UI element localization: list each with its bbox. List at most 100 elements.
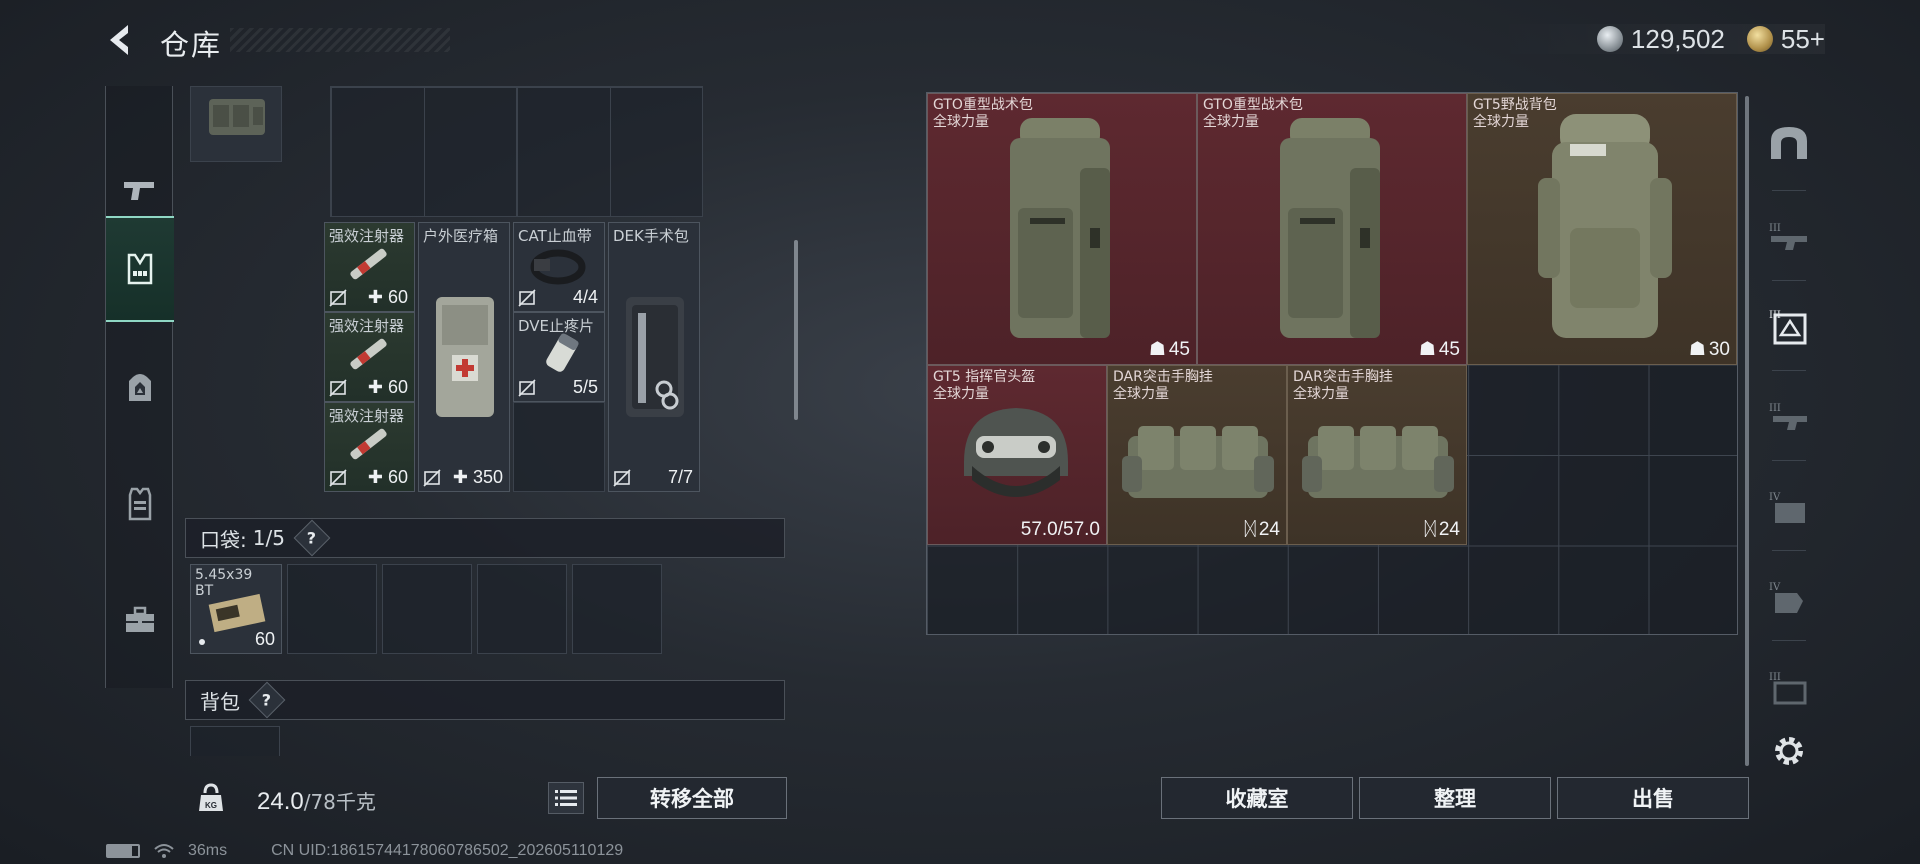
painkiller-icon [546, 333, 579, 372]
toolbox-icon [126, 606, 154, 632]
list-item[interactable]: DVE止疼片 5/5 [513, 312, 605, 402]
list-item[interactable]: GTO重型战术包 全球力量 ☗ 45 [927, 93, 1197, 365]
list-item[interactable]: 强效注射器 ✚ 60 [324, 222, 415, 312]
tier-gear-icon: III [1769, 310, 1807, 345]
equipment-tabs [105, 86, 174, 688]
pocket-header: 口袋: 1/5 ? [185, 518, 785, 558]
tab-stash-tier3-gear[interactable]: III [1758, 284, 1820, 370]
transfer-all-button[interactable]: 转移全部 [597, 777, 787, 819]
sell-button[interactable]: 出售 [1557, 777, 1749, 819]
tab-stash-tier3-armor[interactable]: III [1758, 374, 1820, 460]
gold-amount[interactable]: 55+ [1781, 24, 1825, 55]
vault-arch-icon [1771, 127, 1807, 159]
no-insurance-icon [329, 469, 347, 487]
svg-text:III: III [1769, 223, 1781, 234]
chest-rig-item-icon [1302, 426, 1454, 498]
no-insurance-icon [518, 379, 536, 397]
chest-rig-item-icon [1122, 426, 1274, 498]
list-item[interactable]: DEK手术包 7/7 [608, 222, 700, 492]
tier4-gear-icon: IV [1769, 582, 1803, 613]
currency-bar: 129,502 55+ [1490, 24, 1825, 54]
stash-grid: GTO重型战术包 全球力量 ☗ 45 GTO重型战术包 全球力量 ☗ 45 GT5野战背… [926, 92, 1738, 635]
equipped-rig-slot[interactable] [190, 86, 282, 162]
svg-text:III: III [1769, 672, 1781, 683]
empty-slot[interactable] [513, 402, 605, 492]
tab-backpack[interactable] [106, 334, 174, 442]
field-backpack-icon [1538, 114, 1672, 338]
injector-icon [350, 338, 387, 370]
tab-stash-tier4-b[interactable]: IV [1758, 554, 1820, 640]
pocket-slot-empty[interactable] [572, 564, 662, 654]
stash-scrollbar[interactable] [1745, 96, 1749, 766]
backpack-slot[interactable] [190, 726, 280, 756]
tab-toolbox[interactable] [106, 566, 174, 674]
no-insurance-icon [613, 469, 631, 487]
tab-stash-tier4-a[interactable]: IV [1758, 464, 1820, 550]
gold-coin-icon [1746, 26, 1773, 52]
back-button[interactable] [104, 20, 144, 60]
vault-button[interactable]: 收藏室 [1161, 777, 1353, 819]
list-item[interactable]: 强效注射器 ✚ 60 [324, 312, 415, 402]
tab-chest-rig[interactable] [106, 216, 174, 322]
svg-text:KG: KG [205, 801, 217, 810]
pocket-slot-empty[interactable] [287, 564, 377, 654]
pocket-count: 1/5 [252, 526, 285, 550]
no-insurance-icon [329, 379, 347, 397]
tier-armor-icon: III [1769, 403, 1807, 430]
list-item[interactable]: DAR突击手胸挂 全球力量 ᛞ 24 [1107, 365, 1287, 545]
uid-text: CN UID:18615744178060786502_202605110129 [271, 842, 624, 859]
list-item[interactable]: DAR突击手胸挂 全球力量 ᛞ 24 [1287, 365, 1467, 545]
helmet-icon [964, 408, 1068, 497]
sort-button[interactable]: 整理 [1359, 777, 1551, 819]
kettlebell-icon: KG [199, 783, 223, 811]
tourniquet-icon [530, 249, 586, 285]
tier3-box-icon: III [1769, 672, 1807, 705]
injector-icon [350, 248, 387, 280]
plus-icon: ✚ [367, 467, 383, 487]
tab-stash-tier3-weapons[interactable]: III [1758, 194, 1820, 280]
list-view-button[interactable] [548, 782, 584, 814]
list-item[interactable]: 强效注射器 ✚ 60 [324, 402, 415, 492]
rig-thumbnail-icon [209, 99, 265, 135]
list-item[interactable]: 户外医疗箱 ✚ 350 [418, 222, 510, 492]
rig-grid-1 [330, 86, 517, 217]
tier-weapon-icon: III [1769, 223, 1807, 250]
weight-readout: 24.0/78千克 [257, 788, 376, 815]
ammo-box-icon [208, 593, 266, 633]
pocket-ammo-item[interactable]: 5.45x39 BT 60 [190, 564, 282, 654]
list-item[interactable]: GT5野战背包 全球力量 ☗ 30 [1467, 93, 1737, 365]
pocket-slot-empty[interactable] [382, 564, 472, 654]
list-item[interactable]: GTO重型战术包 全球力量 ☗ 45 [1197, 93, 1467, 365]
pocket-help-button[interactable]: ? [293, 519, 331, 557]
pistol-icon [124, 182, 154, 200]
backpack-label: 背包 [200, 689, 240, 714]
backpack-header: 背包 ? [185, 680, 785, 720]
pocket-slot-empty[interactable] [477, 564, 567, 654]
list-icon [555, 790, 577, 806]
list-item[interactable]: GT5 指挥官头盔 全球力量 57.0/57.0 [927, 365, 1107, 545]
page-title: 仓库 [160, 28, 223, 62]
back-arrow-icon [110, 25, 128, 55]
weight-bag-icon: ☗ [1418, 339, 1436, 360]
tab-stash-all[interactable] [1758, 100, 1820, 186]
no-insurance-icon [329, 289, 347, 307]
svg-text:IV: IV [1769, 492, 1781, 503]
settings-button[interactable] [1758, 726, 1820, 776]
backpack-help-button[interactable]: ? [248, 681, 286, 719]
svg-text:IV: IV [1769, 582, 1781, 593]
no-insurance-icon [423, 469, 441, 487]
ping-text: 36ms [188, 842, 228, 859]
tactical-backpack-icon [1010, 118, 1110, 338]
left-scrollbar[interactable] [794, 240, 798, 420]
medkit-icon [436, 297, 494, 417]
silver-coin-icon [1596, 26, 1623, 52]
chest-rig-icon [127, 253, 153, 285]
tab-stash-tier3-c[interactable]: III [1758, 644, 1820, 730]
tab-armor[interactable] [106, 450, 174, 558]
weight-bag-icon: ☗ [1148, 339, 1166, 360]
armor-vest-icon [128, 487, 152, 521]
chest-rig-container: 强效注射器 ✚ 60 强效注射器 ✚ 60 强效注射器 ✚ 60 户外医疗箱 ✚… [185, 86, 795, 766]
list-item[interactable]: CAT止血带 4/4 [513, 222, 605, 312]
title-decoration [230, 28, 450, 52]
wifi-icon [154, 844, 174, 858]
